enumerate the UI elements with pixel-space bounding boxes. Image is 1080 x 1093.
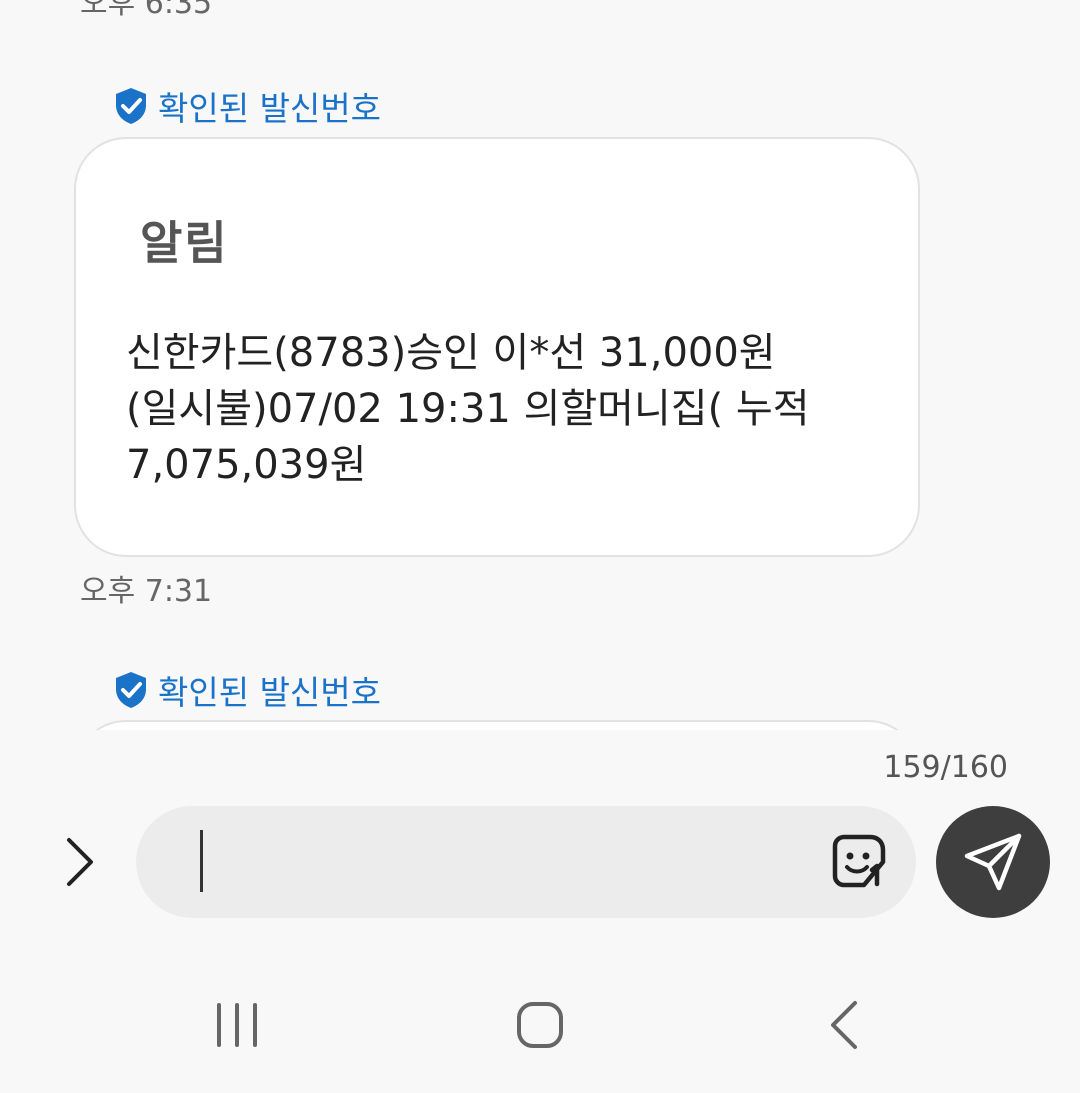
recents-icon: [217, 1003, 257, 1047]
sticker-icon: [832, 834, 886, 888]
message-body-line: (일시불)07/02 19:31 의할머니집( 누적: [126, 386, 810, 432]
message-bubble[interactable]: 알림 신한카드(8783)승인 이*선 31,000원 (일시불)07/02 1…: [74, 137, 920, 557]
text-cursor: [200, 830, 203, 892]
message-title: 알림: [140, 216, 229, 270]
home-button[interactable]: [500, 990, 580, 1060]
message-body-line: 7,075,039원: [126, 442, 367, 488]
verified-shield-icon: [116, 88, 146, 124]
home-icon: [517, 1002, 563, 1048]
message-body-line: 신한카드(8783)승인 이*선 31,000원: [126, 330, 776, 376]
message-timestamp: 오후 7:31: [80, 574, 213, 609]
verified-sender-label: 확인된 발신번호: [114, 666, 381, 714]
recents-button[interactable]: [198, 990, 278, 1060]
message-body: 신한카드(8783)승인 이*선 31,000원 (일시불)07/02 19:3…: [126, 325, 886, 493]
verified-sender-text: 확인된 발신번호: [158, 673, 382, 712]
send-icon: [964, 833, 1022, 891]
back-button[interactable]: [804, 990, 884, 1060]
messaging-screen: 오후 6:35 확인된 발신번호 알림 신한카드(8783)승인 이*선 31,…: [0, 0, 1080, 1093]
back-icon: [831, 1001, 857, 1049]
message-bubble[interactable]: [74, 720, 920, 730]
send-button[interactable]: [936, 806, 1050, 918]
message-input[interactable]: [136, 806, 916, 918]
verified-sender-label: 확인된 발신번호: [114, 82, 381, 130]
expand-options-button[interactable]: [50, 832, 110, 892]
verified-sender-text: 확인된 발신번호: [158, 89, 382, 128]
sticker-button[interactable]: [830, 832, 888, 890]
verified-shield-icon: [116, 672, 146, 708]
chevron-right-icon: [67, 838, 93, 886]
message-timestamp: 오후 6:35: [80, 0, 213, 21]
system-navigation-bar: [0, 970, 1080, 1080]
conversation-view[interactable]: 오후 6:35 확인된 발신번호 알림 신한카드(8783)승인 이*선 31,…: [0, 0, 1080, 730]
character-counter: 159/160: [883, 750, 1008, 785]
